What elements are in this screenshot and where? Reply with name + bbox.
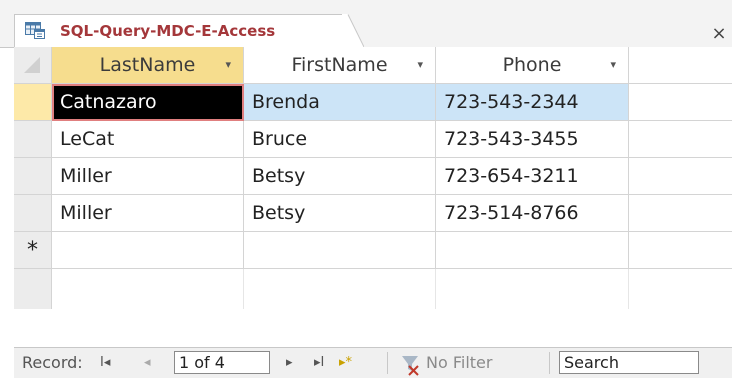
new-cell-firstname[interactable] — [244, 232, 436, 269]
row-filler — [629, 121, 732, 158]
column-header-phone[interactable]: Phone ▾ — [436, 47, 629, 84]
record-selector[interactable] — [14, 84, 52, 121]
row-filler — [629, 158, 732, 195]
cell-lastname[interactable]: Catnazaro — [52, 84, 244, 121]
empty-area — [14, 269, 732, 309]
previous-record-icon[interactable]: ◂ — [144, 348, 151, 378]
cell-lastname[interactable]: Miller — [52, 158, 244, 195]
document-tab-bar: SQL-Query-MDC-E-Access × — [0, 0, 732, 48]
cell-phone[interactable]: 723-514-8766 — [436, 195, 629, 232]
table-row[interactable]: LeCat Bruce 723-543-3455 — [14, 121, 732, 158]
empty-space — [52, 269, 244, 309]
empty-space — [629, 269, 732, 309]
column-header-row: LastName ▾ FirstName ▾ Phone ▾ — [14, 47, 732, 84]
tab-edge — [342, 14, 364, 47]
empty-selector — [14, 269, 52, 309]
filter-icon[interactable] — [400, 348, 422, 388]
empty-space — [436, 269, 629, 309]
next-record-icon[interactable]: ▸ — [286, 348, 293, 378]
new-record-icon: * — [14, 232, 52, 269]
new-cell-phone[interactable] — [436, 232, 629, 269]
new-cell-lastname[interactable] — [52, 232, 244, 269]
column-header-lastname[interactable]: LastName ▾ — [52, 47, 244, 84]
empty-space — [244, 269, 436, 309]
tab-title: SQL-Query-MDC-E-Access — [60, 22, 276, 40]
table-row[interactable]: Catnazaro Brenda 723-543-2344 — [14, 84, 732, 121]
row-filler — [629, 84, 732, 121]
row-filler — [629, 232, 732, 269]
record-selector[interactable] — [14, 195, 52, 232]
record-selector[interactable] — [14, 121, 52, 158]
close-icon[interactable]: × — [706, 22, 732, 46]
current-record-field[interactable]: 1 of 4 — [174, 351, 270, 374]
dropdown-arrow-icon[interactable]: ▾ — [610, 47, 616, 83]
cell-phone[interactable]: 723-543-3455 — [436, 121, 629, 158]
dropdown-arrow-icon[interactable]: ▾ — [225, 47, 231, 83]
cell-firstname[interactable]: Betsy — [244, 158, 436, 195]
query-tab[interactable]: SQL-Query-MDC-E-Access — [14, 14, 344, 47]
select-all-corner[interactable] — [14, 47, 52, 84]
cell-lastname[interactable]: LeCat — [52, 121, 244, 158]
record-selector[interactable] — [14, 158, 52, 195]
new-record-row[interactable]: * — [14, 232, 732, 269]
cell-lastname[interactable]: Miller — [52, 195, 244, 232]
table-row[interactable]: Miller Betsy 723-654-3211 — [14, 158, 732, 195]
header-filler — [629, 47, 732, 84]
table-row[interactable]: Miller Betsy 723-514-8766 — [14, 195, 732, 232]
record-label: Record: — [22, 353, 83, 372]
datasheet-grid: LastName ▾ FirstName ▾ Phone ▾ Catnazaro… — [14, 47, 732, 309]
first-record-icon[interactable]: I◂ — [100, 348, 110, 378]
cell-phone[interactable]: 723-543-2344 — [436, 84, 629, 121]
cell-firstname[interactable]: Bruce — [244, 121, 436, 158]
row-filler — [629, 195, 732, 232]
search-input[interactable]: Search — [559, 351, 699, 374]
separator — [549, 352, 550, 374]
cell-phone[interactable]: 723-654-3211 — [436, 158, 629, 195]
separator — [387, 352, 388, 374]
cell-firstname[interactable]: Betsy — [244, 195, 436, 232]
column-header-firstname[interactable]: FirstName ▾ — [244, 47, 436, 84]
last-record-icon[interactable]: ▸I — [314, 348, 324, 378]
record-navigation-bar: Record: I◂ ◂ 1 of 4 ▸ ▸I ▸* No Filter Se… — [14, 347, 732, 378]
no-filter-label[interactable]: No Filter — [426, 348, 492, 378]
cell-firstname[interactable]: Brenda — [244, 84, 436, 121]
dropdown-arrow-icon[interactable]: ▾ — [417, 47, 423, 83]
new-record-icon[interactable]: ▸* — [339, 348, 352, 378]
query-datasheet-icon — [25, 22, 45, 39]
